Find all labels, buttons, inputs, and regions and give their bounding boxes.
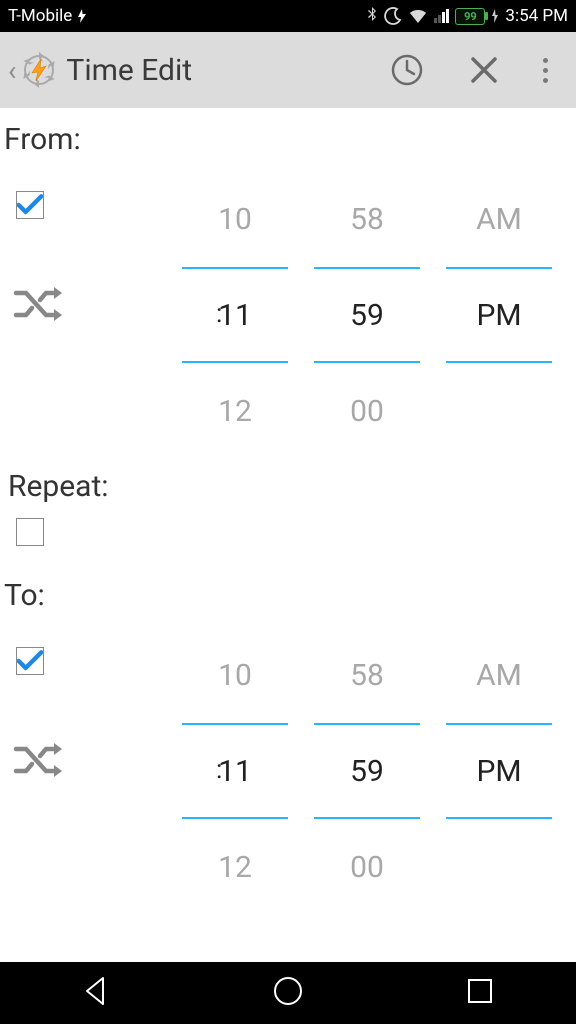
from-ampm-next xyxy=(446,363,552,459)
from-ampm-wheel[interactable]: AM PM xyxy=(446,171,552,461)
to-ampm-wheel[interactable]: AM PM xyxy=(446,627,552,917)
from-label: From: xyxy=(0,108,576,165)
app-bar: ‹ Time Edit xyxy=(0,32,576,108)
to-wheels: : 10 11 12 58 59 00 AM PM xyxy=(82,627,552,921)
to-shuffle-icon[interactable] xyxy=(12,739,66,785)
to-minute-wheel[interactable]: 58 59 00 xyxy=(314,627,420,917)
app-actions xyxy=(389,52,570,88)
content: From: : 10 11 12 58 59 00 AM P xyxy=(0,108,576,921)
battery-indicator: 99 xyxy=(455,8,485,25)
from-ampm-prev: AM xyxy=(446,171,552,267)
status-bar: T-Mobile 99 3:54 PM xyxy=(0,0,576,32)
repeat-checkbox[interactable] xyxy=(16,518,44,546)
from-enable-checkbox[interactable] xyxy=(16,191,44,219)
from-hour-prev: 10 xyxy=(182,171,288,267)
page-title: Time Edit xyxy=(66,53,389,88)
from-shuffle-icon[interactable] xyxy=(12,283,66,329)
nav-recent-icon[interactable] xyxy=(463,974,497,1012)
tasker-logo-icon xyxy=(18,49,60,91)
from-minute-wheel[interactable]: 58 59 00 xyxy=(314,171,420,461)
back-chevron-icon[interactable]: ‹ xyxy=(6,54,18,87)
repeat-label: Repeat: xyxy=(4,465,572,512)
status-right: 99 3:54 PM xyxy=(366,6,568,26)
moon-icon xyxy=(384,7,402,25)
to-label: To: xyxy=(0,560,576,621)
to-enable-checkbox[interactable] xyxy=(16,647,44,675)
close-icon[interactable] xyxy=(469,55,499,85)
battery-level: 99 xyxy=(464,10,477,23)
to-min-current: 59 xyxy=(314,723,420,819)
charging-icon xyxy=(491,9,499,23)
lightning-icon xyxy=(76,9,88,23)
from-picker: : 10 11 12 58 59 00 AM PM xyxy=(0,165,576,465)
repeat-section: Repeat: xyxy=(0,465,576,560)
clock-icon[interactable] xyxy=(389,52,425,88)
signal-icon xyxy=(434,9,449,23)
from-hour-current: 11 xyxy=(182,267,288,363)
to-ampm-current: PM xyxy=(446,723,552,819)
carrier-text: T-Mobile xyxy=(8,6,72,26)
from-wheels: : 10 11 12 58 59 00 AM PM xyxy=(82,171,552,465)
clock-text: 3:54 PM xyxy=(505,6,568,26)
to-hour-next: 12 xyxy=(182,819,288,915)
nav-back-icon[interactable] xyxy=(79,974,113,1012)
from-min-prev: 58 xyxy=(314,171,420,267)
from-hour-next: 12 xyxy=(182,363,288,459)
from-min-current: 59 xyxy=(314,267,420,363)
to-controls xyxy=(12,627,82,921)
from-min-next: 00 xyxy=(314,363,420,459)
to-min-next: 00 xyxy=(314,819,420,915)
to-hour-prev: 10 xyxy=(182,627,288,723)
to-min-prev: 58 xyxy=(314,627,420,723)
from-ampm-current: PM xyxy=(446,267,552,363)
from-hour-wheel[interactable]: 10 11 12 xyxy=(182,171,288,461)
to-ampm-next xyxy=(446,819,552,915)
to-hour-wheel[interactable]: 10 11 12 xyxy=(182,627,288,917)
to-hour-current: 11 xyxy=(182,723,288,819)
status-left: T-Mobile xyxy=(8,6,88,26)
wifi-icon xyxy=(408,8,428,24)
to-picker: : 10 11 12 58 59 00 AM PM xyxy=(0,621,576,921)
bluetooth-icon xyxy=(366,7,378,25)
nav-bar xyxy=(0,962,576,1024)
to-ampm-prev: AM xyxy=(446,627,552,723)
nav-home-icon[interactable] xyxy=(271,974,305,1012)
overflow-menu-icon[interactable] xyxy=(543,58,548,83)
from-controls xyxy=(12,171,82,465)
